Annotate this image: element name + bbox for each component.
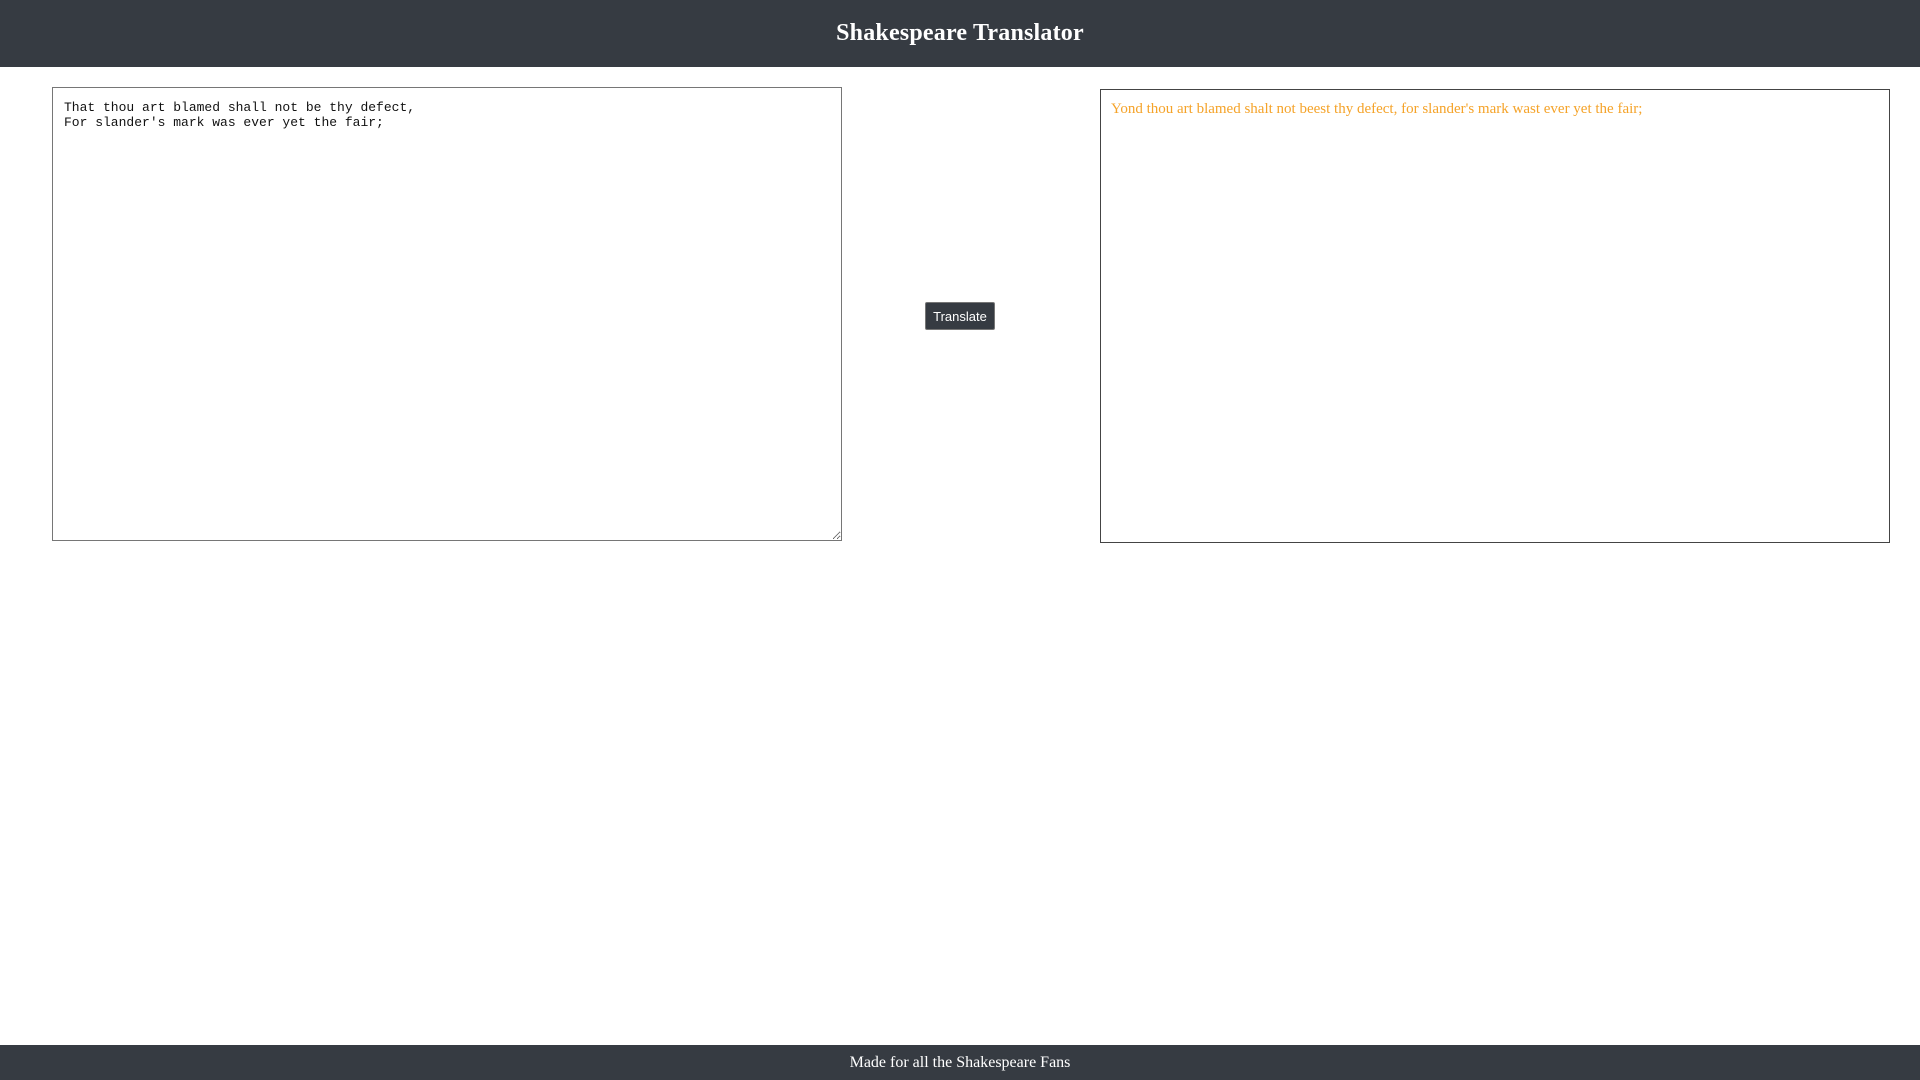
page-title: Shakespeare Translator — [836, 20, 1084, 46]
output-box: Yond thou art blamed shalt not beest thy… — [1100, 89, 1890, 543]
output-text: Yond thou art blamed shalt not beest thy… — [1111, 101, 1643, 117]
app-footer: Made for all the Shakespeare Fans — [0, 1045, 1920, 1080]
footer-text: Made for all the Shakespeare Fans — [849, 1053, 1071, 1071]
translate-button[interactable]: Translate — [925, 302, 995, 330]
app-header: Shakespeare Translator — [0, 0, 1920, 67]
input-textarea[interactable] — [52, 87, 842, 541]
